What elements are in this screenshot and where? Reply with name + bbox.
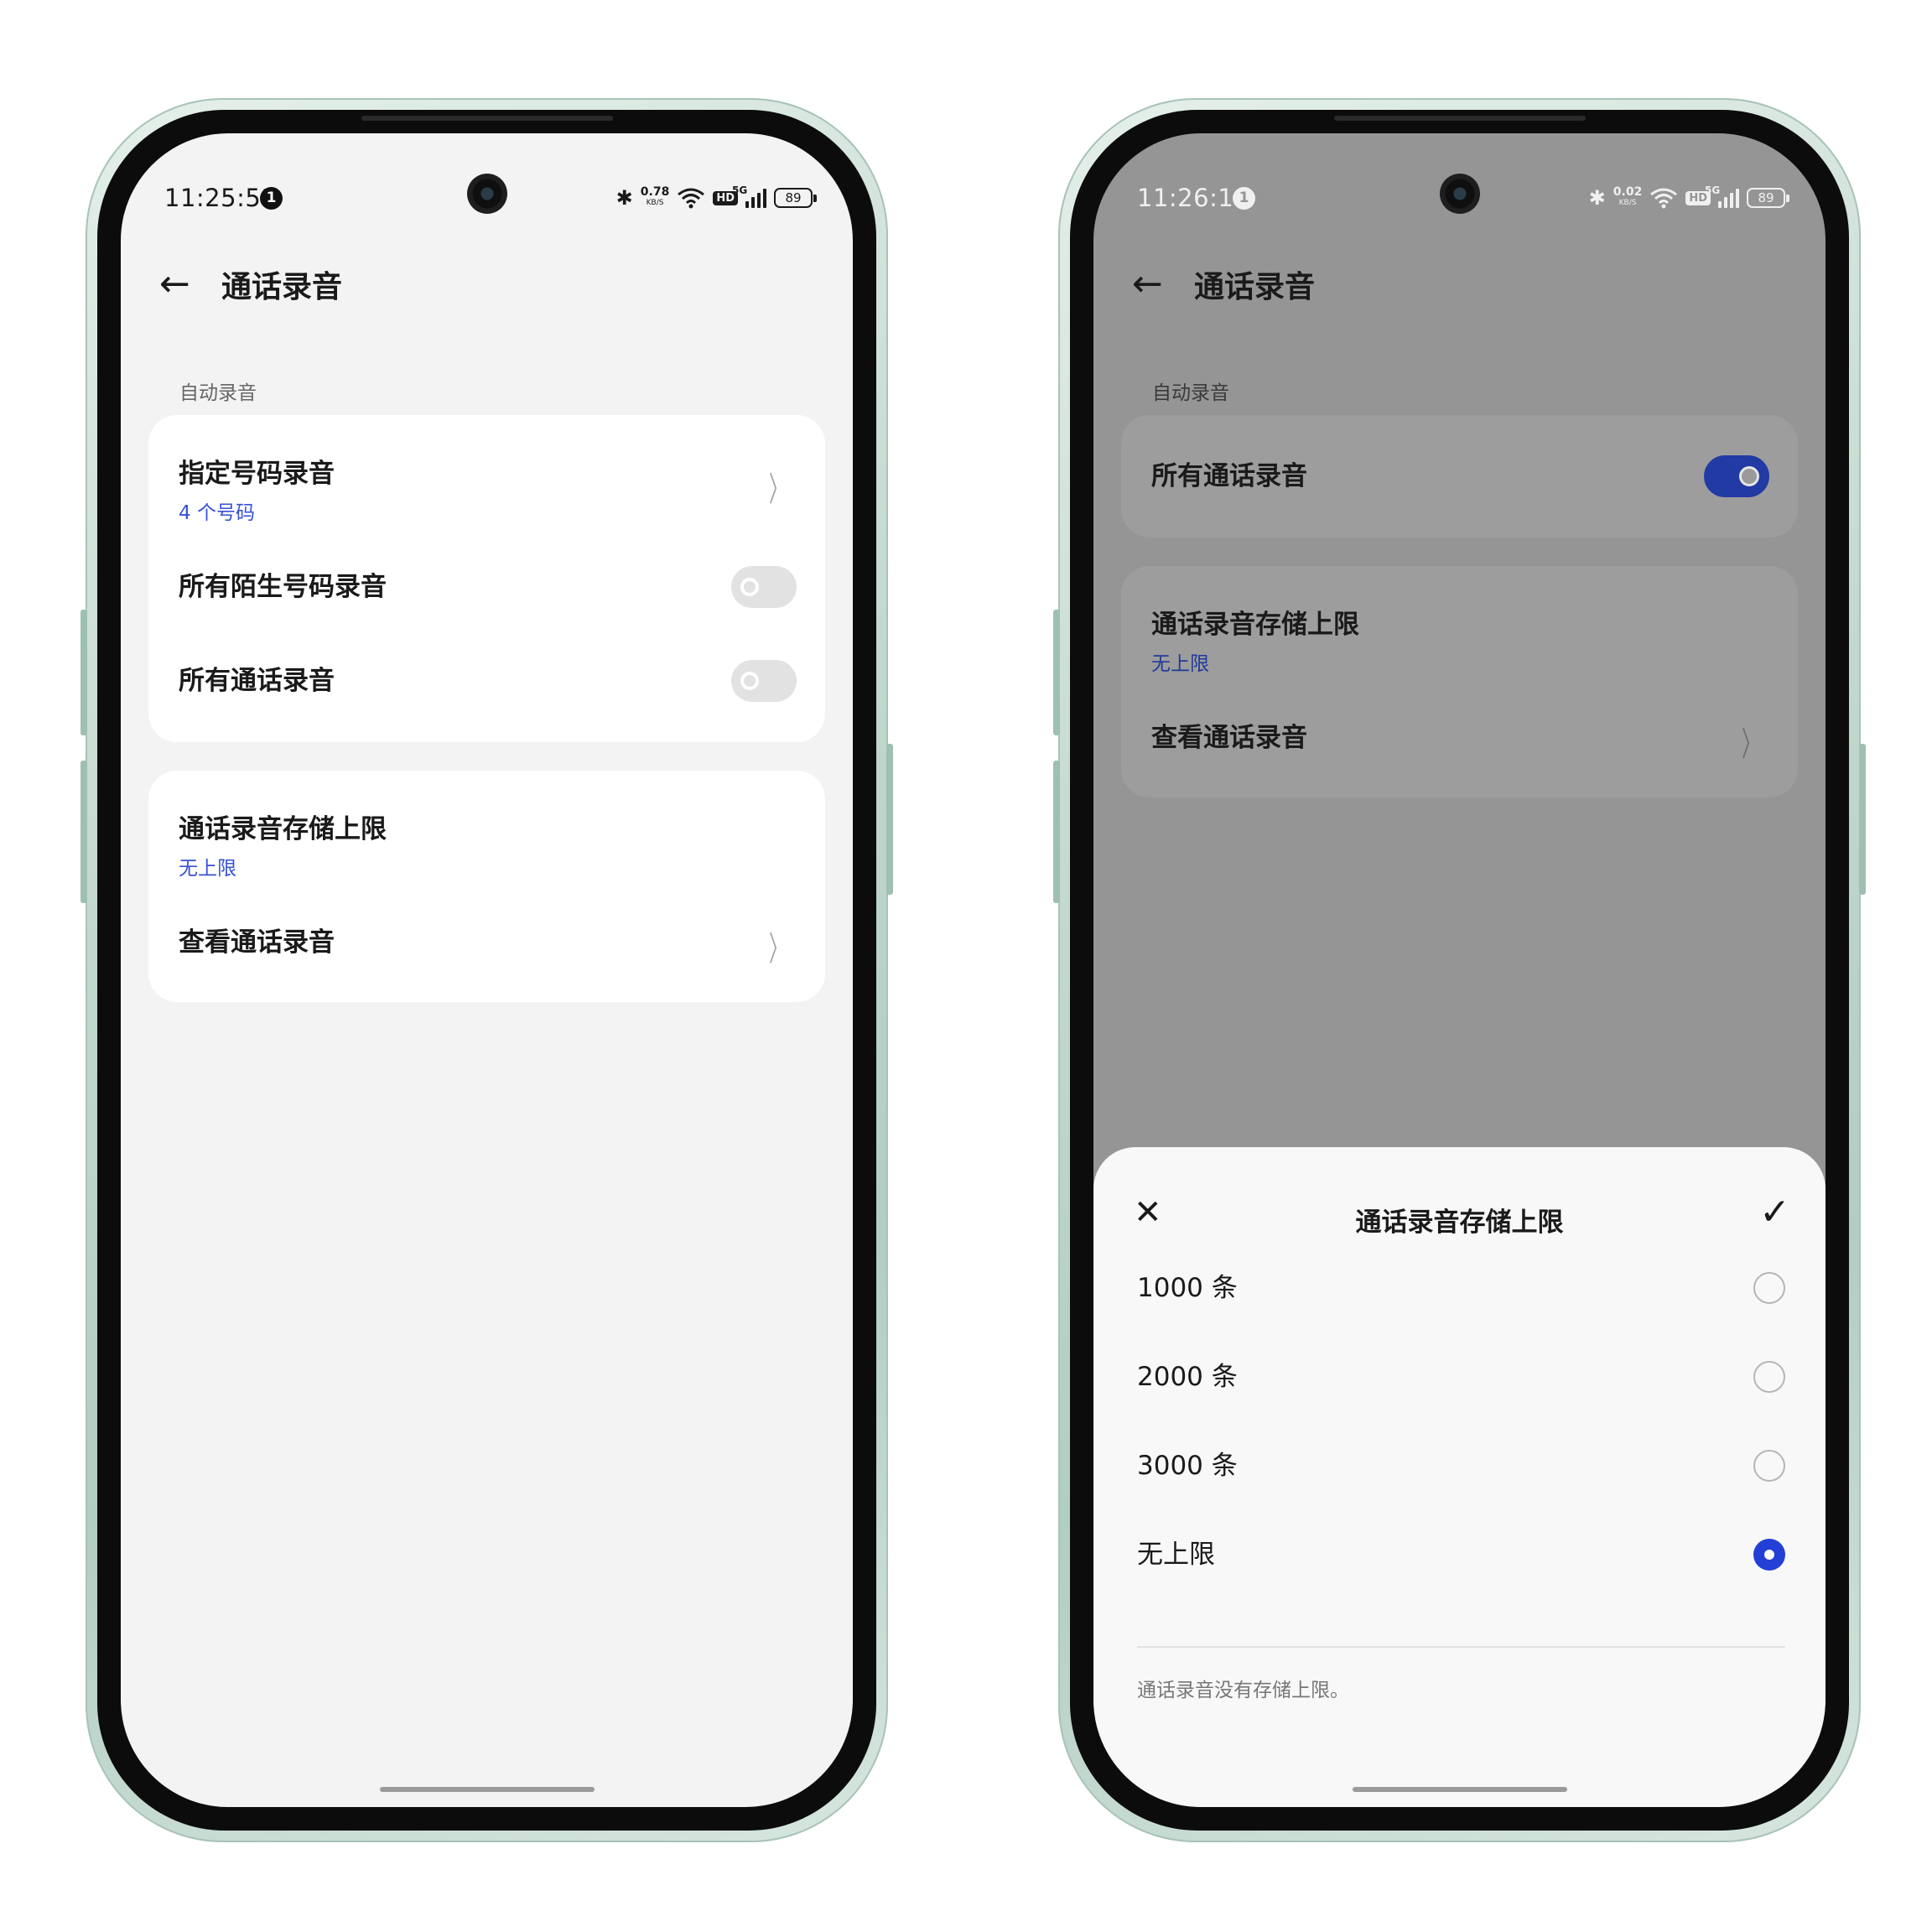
volume-button (1053, 761, 1060, 903)
sheet-note: 通话录音没有存储上限。 (1137, 1680, 1349, 1701)
bezel: 11:25:51 1 ✱ 0.78 KB/S HD 5G 89 ← 通话录音 自… (97, 110, 876, 1831)
battery-icon: 89 (1747, 188, 1789, 208)
speaker-grille (361, 116, 613, 121)
page-title: 通话录音 (1194, 270, 1316, 304)
notification-icon: 1 (260, 187, 283, 210)
view-recordings-row[interactable]: 查看通话录音 〉 (179, 922, 797, 969)
radio-button[interactable] (1753, 1272, 1785, 1304)
storage-limit-row[interactable]: 通话录音存储上限 无上限 (179, 808, 797, 880)
auto-record-card: 所有通话录音 (1121, 415, 1798, 538)
wifi-icon (1650, 188, 1678, 209)
view-recordings-row[interactable]: 查看通话录音 〉 (1151, 717, 1769, 764)
storage-limit-sheet: ✕ 通话录音存储上限 ✓ 1000 条 2000 条 3000 条 无上限 通话… (1093, 1147, 1826, 1807)
section-label: 自动录音 (179, 382, 257, 404)
row-title: 指定号码录音 (179, 459, 335, 489)
row-title: 所有通话录音 (1151, 461, 1307, 491)
home-indicator[interactable] (1352, 1787, 1567, 1792)
back-arrow-icon[interactable]: ← (159, 259, 210, 309)
home-indicator[interactable] (379, 1787, 595, 1792)
phone-right: 11:26:16 1 ✱ 0.02 KB/S HD 5G 89 ← 通话录音 自… (1053, 98, 1866, 1842)
radio-button-selected[interactable] (1753, 1539, 1785, 1571)
row-title: 查看通话录音 (179, 927, 335, 958)
power-button (886, 744, 893, 895)
row-title: 通话录音存储上限 (1151, 610, 1359, 640)
phone-left: 11:25:51 1 ✱ 0.78 KB/S HD 5G 89 ← 通话录音 自… (80, 98, 893, 1842)
speaker-grille (1333, 116, 1586, 121)
chevron-right-icon: 〉 (769, 470, 787, 509)
signal-icon: 5G (1705, 184, 1739, 208)
screen: 11:26:16 1 ✱ 0.02 KB/S HD 5G 89 ← 通话录音 自… (1093, 133, 1826, 1807)
bluetooth-icon: ✱ (615, 186, 633, 210)
divider (1137, 1646, 1785, 1648)
wifi-icon (678, 188, 705, 209)
chevron-right-icon: 〉 (769, 930, 787, 969)
storage-card: 通话录音存储上限 无上限 查看通话录音 〉 (1121, 566, 1798, 797)
storage-limit-row[interactable]: 通话录音存储上限 无上限 (1151, 603, 1769, 675)
option-label: 无上限 (1137, 1540, 1215, 1570)
bezel: 11:26:16 1 ✱ 0.02 KB/S HD 5G 89 ← 通话录音 自… (1070, 110, 1849, 1831)
network-speed: 0.02 KB/S (1613, 185, 1643, 207)
status-bar: 11:25:51 1 ✱ 0.78 KB/S HD 5G 89 (121, 184, 853, 217)
option-2000[interactable]: 2000 条 (1137, 1352, 1785, 1402)
network-speed: 0.78 KB/S (640, 185, 670, 207)
section-label: 自动录音 (1152, 382, 1229, 404)
back-arrow-icon[interactable]: ← (1132, 259, 1182, 309)
volume-button (80, 761, 87, 903)
bluetooth-icon: ✱ (1588, 186, 1606, 210)
storage-card: 通话录音存储上限 无上限 查看通话录音 〉 (148, 771, 825, 1002)
volume-button (1053, 610, 1060, 735)
notification-icon: 1 (1233, 187, 1255, 210)
app-header: ← 通话录音 (159, 259, 819, 309)
option-unlimited[interactable]: 无上限 (1137, 1530, 1785, 1580)
option-3000[interactable]: 3000 条 (1137, 1441, 1785, 1491)
all-calls-toggle[interactable] (1704, 455, 1769, 497)
radio-button[interactable] (1753, 1450, 1785, 1482)
all-calls-record-row[interactable]: 所有通话录音 (1151, 455, 1769, 497)
page-title: 通话录音 (221, 270, 343, 304)
row-subtitle: 无上限 (1151, 653, 1209, 675)
strangers-toggle[interactable] (731, 566, 797, 608)
row-title: 所有通话录音 (179, 666, 335, 696)
option-label: 3000 条 (1137, 1451, 1238, 1481)
all-calls-toggle[interactable] (731, 660, 797, 702)
row-title: 所有陌生号码录音 (179, 572, 387, 602)
sheet-title: 通话录音存储上限 (1355, 1208, 1564, 1238)
battery-icon: 89 (774, 188, 817, 208)
system-icons: ✱ 0.02 KB/S HD 5G 89 (1588, 184, 1789, 212)
radio-button[interactable] (1753, 1361, 1785, 1393)
row-title: 通话录音存储上限 (179, 814, 387, 844)
row-subtitle: 无上限 (179, 858, 236, 880)
designated-numbers-row[interactable]: 指定号码录音 4 个号码 〉 (179, 452, 797, 524)
confirm-check-icon[interactable]: ✓ (1759, 1191, 1790, 1233)
row-subtitle: 4 个号码 (179, 502, 255, 524)
row-title: 查看通话录音 (1151, 723, 1307, 753)
option-1000[interactable]: 1000 条 (1137, 1263, 1785, 1313)
strangers-record-row[interactable]: 所有陌生号码录音 (179, 566, 797, 608)
chevron-right-icon: 〉 (1742, 725, 1760, 764)
volume-button (80, 610, 87, 735)
status-bar: 11:26:16 1 ✱ 0.02 KB/S HD 5G 89 (1093, 184, 1826, 217)
all-calls-record-row[interactable]: 所有通话录音 (179, 660, 797, 702)
screen: 11:25:51 1 ✱ 0.78 KB/S HD 5G 89 ← 通话录音 自… (121, 133, 853, 1807)
power-button (1859, 744, 1866, 895)
option-label: 2000 条 (1137, 1362, 1238, 1392)
app-header: ← 通话录音 (1132, 259, 1792, 309)
option-label: 1000 条 (1137, 1273, 1238, 1303)
signal-icon: 5G (732, 184, 766, 208)
auto-record-card: 指定号码录音 4 个号码 〉 所有陌生号码录音 所有通话录音 (148, 415, 825, 742)
system-icons: ✱ 0.78 KB/S HD 5G 89 (615, 184, 817, 212)
